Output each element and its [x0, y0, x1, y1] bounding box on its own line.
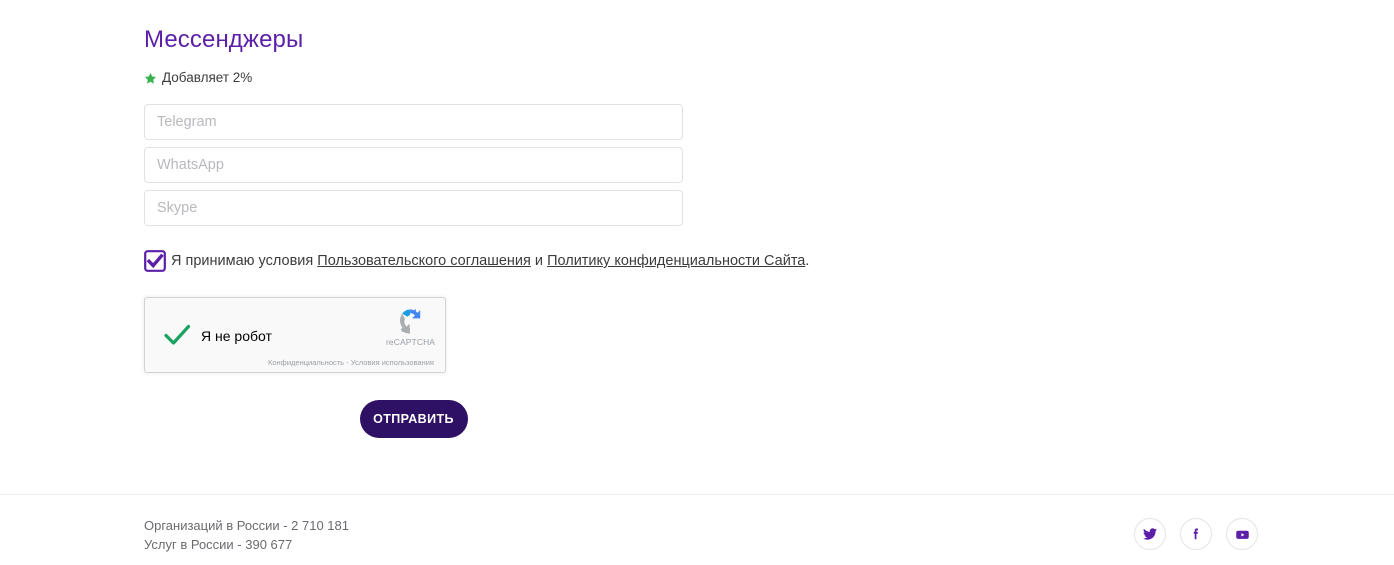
recaptcha-terms-separator: - [344, 358, 351, 367]
submit-row: ОТПРАВИТЬ [144, 400, 683, 438]
facebook-link[interactable] [1180, 518, 1212, 550]
whatsapp-input[interactable] [144, 147, 683, 183]
twitter-icon [1143, 527, 1157, 541]
footer-stats: Организаций в России - 2 710 181 Услуг в… [144, 516, 349, 554]
footer-stat-services: Услуг в России - 390 677 [144, 537, 293, 552]
agreement-conjunction: и [530, 253, 548, 269]
youtube-link[interactable] [1226, 518, 1258, 550]
bonus-text: Добавляет 2% [162, 70, 253, 85]
footer-stat-organizations: Организаций в России - 2 710 181 [144, 518, 349, 533]
recaptcha-label: Я не робот [201, 328, 272, 344]
agreement-row: Я принимаю условия Пользовательского сог… [144, 250, 1250, 272]
telegram-input[interactable] [144, 104, 683, 140]
facebook-icon [1189, 527, 1203, 541]
recaptcha-icon [400, 308, 421, 334]
recaptcha-terms: Конфиденциальность - Условия использован… [268, 358, 434, 368]
star-icon [144, 72, 157, 85]
youtube-icon [1235, 527, 1250, 542]
page-footer: Организаций в России - 2 710 181 Услуг в… [0, 495, 1394, 565]
user-agreement-link[interactable]: Пользовательского соглашения [317, 253, 531, 269]
page-title: Мессенджеры [144, 26, 304, 53]
privacy-policy-link[interactable]: Политику конфиденциальности Сайта [547, 253, 805, 269]
messenger-fields [144, 104, 1250, 226]
agreement-suffix: . [805, 253, 810, 269]
messengers-form-section: Мессенджеры Добавляет 2% Я приним [144, 0, 1250, 438]
agreement-text: Я принимаю условия Пользовательского сог… [171, 251, 809, 271]
agreement-checkbox[interactable] [144, 250, 166, 272]
page-root: Мессенджеры Добавляет 2% Я приним [0, 0, 1394, 565]
recaptcha-widget[interactable]: Я не робот reCAPTCHA Конфиденциальность … [144, 297, 446, 373]
recaptcha-checkmark-icon[interactable] [162, 320, 192, 350]
agreement-prefix: Я принимаю условия [171, 253, 318, 269]
submit-button[interactable]: ОТПРАВИТЬ [359, 400, 468, 438]
footer-social-links [1134, 518, 1258, 550]
twitter-link[interactable] [1134, 518, 1166, 550]
recaptcha-terms-link[interactable]: Условия использования [351, 358, 434, 367]
recaptcha-logo: reCAPTCHA [386, 306, 436, 347]
recaptcha-brand: reCAPTCHA [386, 337, 436, 347]
bonus-row: Добавляет 2% [144, 69, 1250, 87]
recaptcha-privacy-link[interactable]: Конфиденциальность [268, 358, 344, 367]
skype-input[interactable] [144, 190, 683, 226]
